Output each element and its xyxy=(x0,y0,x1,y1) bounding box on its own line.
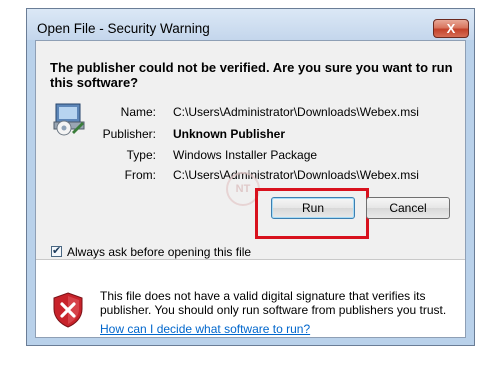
name-label: Name: xyxy=(120,105,156,119)
dialog-body: The publisher could not be verified. Are… xyxy=(35,40,466,338)
from-value: C:\Users\Administrator\Downloads\Webex.m… xyxy=(173,168,419,182)
from-label: From: xyxy=(124,168,156,182)
name-value: C:\Users\Administrator\Downloads\Webex.m… xyxy=(173,105,419,119)
red-shield-warning-icon xyxy=(53,292,83,328)
security-warning-dialog: Open File - Security Warning X The publi… xyxy=(26,8,475,346)
dialog-title: Open File - Security Warning xyxy=(37,21,210,36)
title-bar[interactable]: Open File - Security Warning X xyxy=(27,9,474,40)
always-ask-label[interactable]: Always ask before opening this file xyxy=(67,245,251,259)
help-link[interactable]: How can I decide what software to run? xyxy=(100,322,310,336)
warning-heading: The publisher could not be verified. Are… xyxy=(50,60,453,90)
type-label: Type: xyxy=(126,148,156,162)
cancel-button[interactable]: Cancel xyxy=(366,197,450,219)
close-button[interactable]: X xyxy=(433,19,469,38)
signature-warning-text: This file does not have a valid digital … xyxy=(100,289,447,317)
always-ask-checkbox[interactable]: ✔ xyxy=(51,245,62,257)
publisher-value: Unknown Publisher xyxy=(173,127,286,141)
publisher-label: Publisher: xyxy=(102,127,156,141)
run-button[interactable]: Run xyxy=(271,197,355,219)
checkmark-icon: ✔ xyxy=(52,245,62,257)
installer-package-icon xyxy=(53,103,85,136)
type-value: Windows Installer Package xyxy=(173,148,318,162)
